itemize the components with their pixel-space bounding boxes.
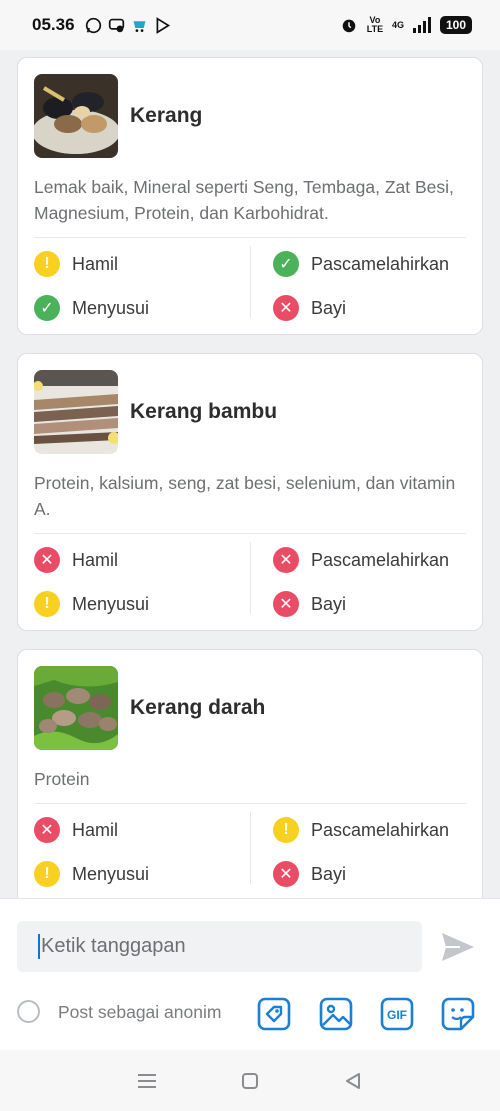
gif-label: GIF [387,1008,407,1022]
card-title: Kerang [130,104,203,127]
tag-icon[interactable] [257,997,291,1031]
cross-icon: ✕ [273,295,299,321]
anonymous-radio[interactable] [17,1000,40,1023]
cross-icon: ✕ [34,547,60,573]
whatsapp-icon [85,17,101,33]
check-icon: ✓ [34,295,60,321]
anonymous-label: Post sebagai anonim [58,1002,222,1022]
warning-icon: ! [34,591,60,617]
check-icon: ✓ [273,251,299,277]
food-card-kerang-darah[interactable]: Kerang darah Protein ✕ Hamil ! Pascamelahi… [17,649,483,898]
cross-icon: ✕ [273,591,299,617]
alarm-icon [342,19,356,33]
network-indicator: 4G [391,20,404,30]
cross-icon: ✕ [273,547,299,573]
status-pascamelahirkan: ✓ Pascamelahirkan [250,242,466,286]
status-pascamelahirkan: ✕ Pascamelahirkan [250,538,466,582]
system-navigation-bar [0,1050,500,1111]
text-caret [38,934,40,959]
comment-composer: Ketik tanggapan Post sebagai anonim GIF [0,898,500,1050]
status-menyusui: ! Menyusui [34,852,250,896]
menu-icon [137,1073,156,1088]
card-title: Kerang bambu [130,400,278,423]
back-icon [346,1072,361,1089]
gif-icon[interactable]: GIF [380,997,414,1031]
status-bayi: ✕ Bayi [250,582,466,626]
back-nav-button[interactable] [338,1066,368,1096]
food-card-kerang-bambu[interactable]: Kerang bambu Protein, kalsium, seng, zat… [17,353,483,631]
status-hamil: ✕ Hamil [34,538,250,582]
warning-icon: ! [34,251,60,277]
warning-icon: ! [273,817,299,843]
cross-icon: ✕ [273,861,299,887]
status-hamil: ✕ Hamil [34,808,250,852]
comment-placeholder: Ketik tanggapan [41,935,186,957]
play-store-icon [156,16,170,34]
food-card-kerang[interactable]: Kerang Lemak baik, Mineral seperti Seng,… [17,57,483,335]
status-grid: ! Hamil ✓ Pascamelahirkan ✓ Menyusui ✕ Bayi [18,238,482,330]
food-image-kerang-darah [34,666,118,750]
status-menyusui: ! Menyusui [34,582,250,626]
food-image-kerang-bambu [34,370,118,454]
status-grid: ✕ Hamil ✕ Pascamelahirkan ! Menyusui ✕ Bayi [18,534,482,626]
volte-indicator: Vo LTE [366,15,384,34]
card-description: Protein, kalsium, seng, zat besi, seleni… [34,473,456,519]
status-pascamelahirkan: ! Pascamelahirkan [250,808,466,852]
status-grid: ✕ Hamil ! Pascamelahirkan ! Menyusui ✕ Bayi [18,804,482,896]
card-title: Kerang darah [130,696,266,719]
home-icon [241,1072,258,1089]
comment-input[interactable]: Ketik tanggapan [17,921,422,972]
sticker-icon[interactable] [441,997,475,1031]
chat-icon [108,18,124,32]
send-icon[interactable] [440,931,476,963]
status-time: 05.36 [32,15,75,34]
status-bayi: ✕ Bayi [250,286,466,330]
food-image-kerang [34,74,118,158]
menu-nav-button[interactable] [132,1066,162,1096]
status-bayi: ✕ Bayi [250,852,466,896]
status-bar: 05.36 Vo LTE 4G 100 [0,0,500,50]
cross-icon: ✕ [34,817,60,843]
home-nav-button[interactable] [235,1066,265,1096]
food-list: Kerang Lemak baik, Mineral seperti Seng,… [0,50,500,898]
status-menyusui: ✓ Menyusui [34,286,250,330]
warning-icon: ! [34,861,60,887]
battery-indicator: 100 [439,16,472,34]
image-icon[interactable] [319,997,353,1031]
status-hamil: ! Hamil [34,242,250,286]
shop-icon [133,20,145,32]
signal-icon [412,17,431,33]
card-description: Protein [34,769,90,789]
card-description: Lemak baik, Mineral seperti Seng, Tembag… [34,177,454,223]
